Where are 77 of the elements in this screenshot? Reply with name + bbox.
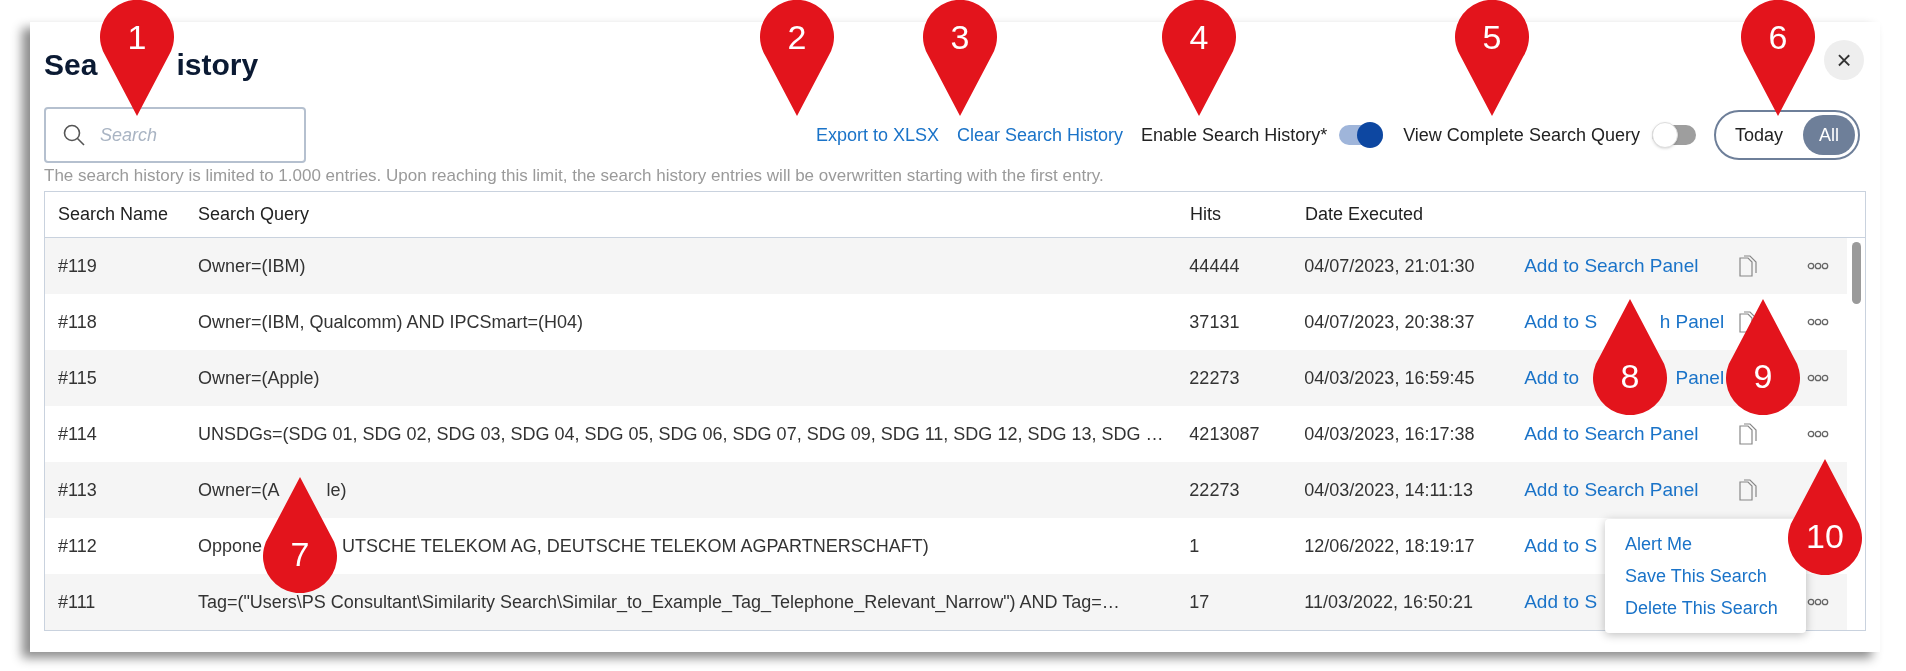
callout-pin: 9 <box>1726 299 1800 415</box>
table-cell-text: 04/03/2023, 14:11:13 <box>1304 478 1475 502</box>
add-to-panel-link[interactable]: Add to S <box>1524 307 1598 337</box>
clear-history-link[interactable]: Clear Search History <box>957 121 1124 149</box>
export-link[interactable]: Export to XLSX <box>815 121 939 149</box>
copy-icon[interactable] <box>1739 255 1758 277</box>
table-cell-text: 44444 <box>1189 254 1241 278</box>
table-cell-text: #118 <box>57 310 98 334</box>
toggle-switch[interactable] <box>1339 125 1384 145</box>
table-cell-text: 4213087 <box>1189 422 1261 446</box>
table-cell-text: #111 <box>57 590 97 614</box>
range-option[interactable]: All <box>1803 115 1855 155</box>
table-cell-text: 22273 <box>1189 366 1241 390</box>
add-to-panel-link[interactable]: Panel <box>1675 363 1725 393</box>
callout-pin: 5 <box>1455 0 1529 116</box>
more-icon[interactable] <box>1807 598 1829 606</box>
column-header: Search Query <box>197 203 311 226</box>
table-cell-text: #119 <box>57 254 98 278</box>
table-cell-text: #113 <box>57 478 98 502</box>
add-to-panel-link[interactable]: Add to Search Panel <box>1524 419 1699 449</box>
table-cell-text: UTSCHE TELEKOM AG, DEUTSCHE TELEKOM AGPARTNERSCHAFT) <box>342 534 929 558</box>
search-field[interactable]: Search <box>44 107 306 163</box>
more-icon[interactable] <box>1807 262 1829 270</box>
menu-item[interactable]: Save This Search <box>1625 561 1786 591</box>
table-cell-text: 04/03/2023, 16:17:38 <box>1304 422 1476 446</box>
dialog-title: istory <box>176 47 259 83</box>
table-cell-text: UNSDGs=(SDG 01, SDG 02, SDG 03, SDG 04, SDG 05, SDG 06, SDG 07, SDG 09, SDG 11, SDG 12, SDG 13, SDG … <box>197 422 1164 446</box>
add-to-panel-link[interactable]: Add to Search Panel <box>1524 475 1699 505</box>
callout-pin: 10 <box>1788 459 1862 575</box>
column-header: Hits <box>1190 203 1222 226</box>
copy-icon[interactable] <box>1739 423 1758 445</box>
callout-pin: 4 <box>1162 0 1236 116</box>
table-cell-text: Owner=(A <box>197 478 280 502</box>
table-cell-text: 37131 <box>1189 310 1241 334</box>
callout-pin: 6 <box>1741 0 1815 116</box>
table-cell-text: 11/03/2022, 16:50:21 <box>1304 590 1475 614</box>
table-cell-text: Owner=(IBM, Qualcomm) AND IPCSmart=(H04) <box>197 310 583 334</box>
table-cell-text: Owner=(Apple) <box>197 366 320 390</box>
add-to-panel-link[interactable]: h Panel <box>1659 307 1725 337</box>
callout-pin: 3 <box>923 0 997 116</box>
range-option[interactable]: Today <box>1718 115 1799 155</box>
toggle-label: View Complete Search Query <box>1403 123 1640 147</box>
table-cell-text: 04/03/2023, 16:59:45 <box>1304 366 1476 390</box>
table-cell-text: 04/07/2023, 20:38:37 <box>1304 310 1476 334</box>
table-cell-text: #115 <box>57 366 98 390</box>
add-to-panel-link[interactable]: Add to <box>1524 363 1580 393</box>
table-cell-text: 17 <box>1189 590 1211 614</box>
close-button[interactable]: × <box>1824 40 1864 80</box>
more-icon[interactable] <box>1807 374 1829 382</box>
toggle-switch[interactable] <box>1651 125 1696 145</box>
more-icon[interactable] <box>1807 430 1829 438</box>
column-header: Date Executed <box>1305 203 1425 226</box>
table-cell-text: #114 <box>57 422 98 446</box>
dialog-title: Sea <box>44 47 98 83</box>
table-cell-text: Owner=(IBM) <box>197 254 306 278</box>
table-cell-text: 12/06/2022, 18:19:17 <box>1304 534 1476 558</box>
table-cell-text: Tag=("Users\PS Consultant\Similarity Search\Similar_to_Example_Tag_Telephone_Relevant_Narrow") AND Tag=… <box>197 590 1120 615</box>
add-to-panel-link[interactable]: Add to S <box>1524 531 1598 561</box>
add-to-panel-link[interactable]: Add to S <box>1524 587 1598 617</box>
column-header: Search Name <box>57 203 170 226</box>
callout-pin: 2 <box>760 0 834 116</box>
add-to-panel-link[interactable]: Add to Search Panel <box>1524 251 1699 281</box>
table-cell-text: 22273 <box>1189 478 1241 502</box>
table-cell-text: 1 <box>1189 534 1201 558</box>
toggle-label: Enable Search History* <box>1141 123 1328 147</box>
menu-item[interactable]: Delete This Search <box>1625 593 1786 623</box>
table-cell-text: le) <box>326 478 347 502</box>
scrollbar[interactable] <box>1852 242 1861 304</box>
table-cell-text: #112 <box>57 534 98 558</box>
copy-icon[interactable] <box>1739 479 1758 501</box>
limit-note: The search history is limited to 1.000 entries. Upon reaching this limit, the search history entries will be overwritten starting with the first entry. <box>44 165 1105 187</box>
table-cell-text: Oppone <box>197 534 262 558</box>
table-cell-text: 04/07/2023, 21:01:30 <box>1304 254 1476 278</box>
search-icon <box>62 123 86 147</box>
callout-pin: 1 <box>100 0 174 116</box>
more-icon[interactable] <box>1807 318 1829 326</box>
menu-item[interactable]: Alert Me <box>1625 529 1786 559</box>
